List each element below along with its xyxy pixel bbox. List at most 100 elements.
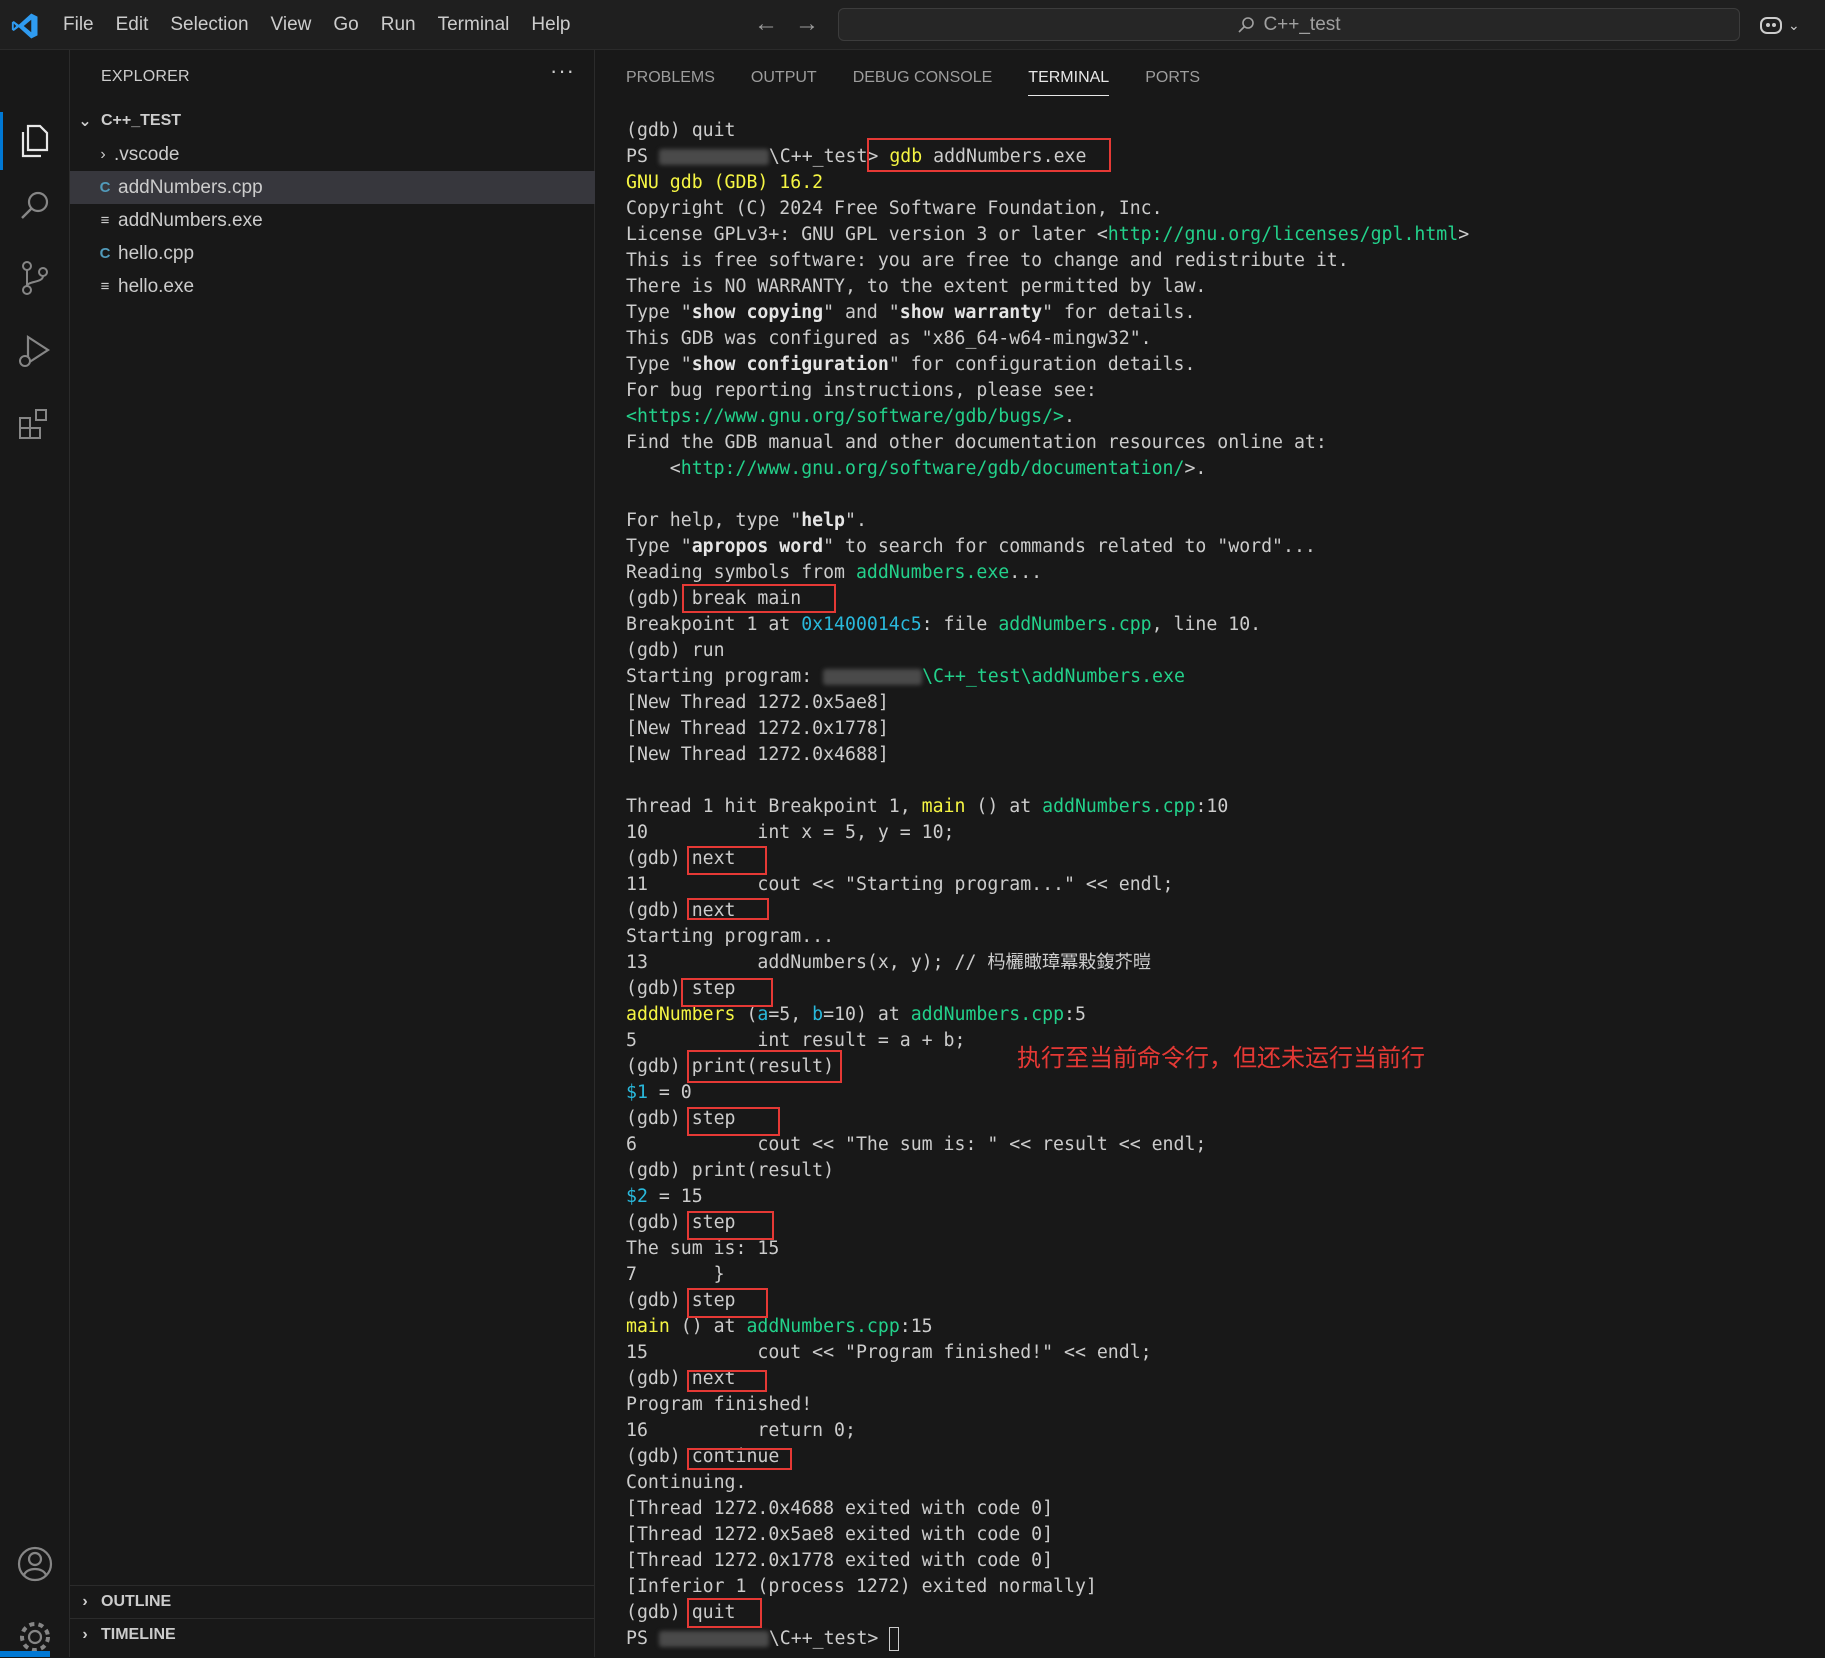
- terminal-text: PS: [626, 1628, 659, 1649]
- terminal-text: Find the GDB manual and other documentat…: [626, 432, 1327, 453]
- terminal-text: addNumbers.cpp: [998, 614, 1152, 635]
- folder-label: C++_TEST: [101, 112, 182, 129]
- terminal-cursor: [889, 1627, 900, 1651]
- tab-output[interactable]: OUTPUT: [751, 50, 817, 106]
- search-icon[interactable]: [14, 185, 56, 227]
- search-icon: [1238, 16, 1255, 33]
- terminal-line: (gdb) quit: [626, 1600, 1806, 1626]
- terminal-output[interactable]: (gdb) quit PS \C++_test> gdb addNumbers.e…: [626, 118, 1806, 1652]
- more-actions-icon[interactable]: ···: [550, 58, 575, 84]
- tab-terminal[interactable]: TERMINAL: [1028, 50, 1109, 106]
- terminal-line: For help, type "help".: [626, 508, 1806, 534]
- tree-item-hello-exe[interactable]: ≡ hello.exe: [70, 270, 595, 303]
- chevron-down-icon[interactable]: ⌄: [1788, 17, 1800, 34]
- terminal-text: " for configuration details.: [888, 354, 1196, 375]
- terminal-line: Copyright (C) 2024 Free Software Foundat…: [626, 196, 1806, 222]
- highlight-box-break-main: [682, 584, 836, 613]
- terminal-line: This is free software: you are free to c…: [626, 248, 1806, 274]
- terminal-text: For help, type ": [626, 510, 802, 531]
- terminal-line: (gdb) step: [626, 1106, 1806, 1132]
- timeline-label: TIMELINE: [101, 1625, 176, 1643]
- menu-terminal[interactable]: Terminal: [427, 14, 521, 36]
- terminal-line: (gdb) step: [626, 976, 1806, 1002]
- terminal-text: [New Thread 1272.0x4688]: [626, 744, 889, 765]
- outline-section[interactable]: › OUTLINE: [70, 1585, 595, 1617]
- terminal-text: [Inferior 1 (process 1272) exited normal…: [626, 1576, 1097, 1597]
- terminal-text: Type ": [626, 302, 692, 323]
- terminal-line: License GPLv3+: GNU GPL version 3 or lat…: [626, 222, 1806, 248]
- menu-run[interactable]: Run: [370, 14, 427, 36]
- terminal-line: (gdb) print(result): [626, 1158, 1806, 1184]
- terminal-line: $2 = 15: [626, 1184, 1806, 1210]
- terminal-text: 11 cout << "Starting program..." << endl…: [626, 874, 1174, 895]
- extensions-icon[interactable]: [14, 402, 56, 444]
- tree-item-vscode-folder[interactable]: › .vscode: [70, 138, 595, 171]
- terminal-text: For bug reporting instructions, please s…: [626, 380, 1097, 401]
- tree-item-addnumbers-exe[interactable]: ≡ addNumbers.exe: [70, 204, 595, 237]
- account-icon[interactable]: [14, 1543, 56, 1585]
- terminal-text: (gdb) print(result): [626, 1160, 835, 1181]
- terminal-line: 11 cout << "Starting program..." << endl…: [626, 872, 1806, 898]
- terminal-text: [Thread 1272.0x4688 exited with code 0]: [626, 1498, 1054, 1519]
- workspace-folder[interactable]: ⌄ C++_TEST: [70, 106, 595, 136]
- highlight-box-next: [687, 846, 767, 875]
- terminal-text: :5: [1064, 1004, 1086, 1025]
- tab-ports[interactable]: PORTS: [1145, 50, 1200, 106]
- highlight-box-step: [687, 1288, 768, 1318]
- terminal-line: Program finished!: [626, 1392, 1806, 1418]
- redacted-path: [658, 149, 769, 165]
- tab-problems[interactable]: PROBLEMS: [626, 50, 715, 106]
- terminal-line: [New Thread 1272.0x1778]: [626, 716, 1806, 742]
- terminal-text: 15 cout << "Program finished!" << endl;: [626, 1342, 1152, 1363]
- menu-go[interactable]: Go: [322, 14, 369, 36]
- terminal-line: [Thread 1272.0x1778 exited with code 0]: [626, 1548, 1806, 1574]
- source-control-icon[interactable]: [14, 257, 56, 299]
- terminal-text: 16 return 0;: [626, 1420, 856, 1441]
- terminal-text: : file: [921, 614, 999, 635]
- terminal-line: addNumbers (a=5, b=10) at addNumbers.cpp…: [626, 1002, 1806, 1028]
- tree-item-label: .vscode: [114, 143, 180, 165]
- forward-arrow-icon[interactable]: →: [795, 10, 819, 38]
- tree-item-label: addNumbers.exe: [118, 209, 263, 231]
- copilot-button[interactable]: ⌄: [1758, 10, 1808, 40]
- terminal-line: There is NO WARRANTY, to the extent perm…: [626, 274, 1806, 300]
- menu-help[interactable]: Help: [520, 14, 581, 36]
- timeline-section[interactable]: › TIMELINE: [70, 1618, 595, 1650]
- highlight-box-gdb-command: [867, 138, 1111, 172]
- terminal-line: Starting program...: [626, 924, 1806, 950]
- terminal-text: License GPLv3+: GNU GPL version 3 or lat…: [626, 224, 1108, 245]
- terminal-line: Starting program: \C++_test\addNumbers.e…: [626, 664, 1806, 690]
- terminal-line: GNU gdb (GDB) 16.2: [626, 170, 1806, 196]
- terminal-line: main () at addNumbers.cpp:15: [626, 1314, 1806, 1340]
- menu-edit[interactable]: Edit: [105, 14, 160, 36]
- terminal-line: (gdb) quit: [626, 118, 1806, 144]
- terminal-line: [New Thread 1272.0x4688]: [626, 742, 1806, 768]
- terminal-text: main: [921, 796, 966, 817]
- menu-file[interactable]: File: [52, 14, 105, 36]
- terminal-line: 6 cout << "The sum is: " << result << en…: [626, 1132, 1806, 1158]
- terminal-text: $1: [626, 1082, 648, 1103]
- terminal-text: :15: [899, 1316, 933, 1337]
- terminal-line: (gdb) next: [626, 898, 1806, 924]
- back-arrow-icon[interactable]: ←: [754, 10, 778, 38]
- tree-item-hello-cpp[interactable]: C hello.cpp: [70, 237, 595, 270]
- highlight-box-print-result: [687, 1050, 842, 1083]
- terminal-text: 13 addNumbers(x, y); // 杩欐瞰璋冪敤鍑芥暟: [626, 952, 1152, 973]
- terminal-text: The sum is: 15: [626, 1238, 780, 1259]
- tree-item-addnumbers-cpp[interactable]: C addNumbers.cpp: [70, 171, 595, 204]
- menu-selection[interactable]: Selection: [159, 14, 259, 36]
- terminal-text: Reading symbols from: [626, 562, 856, 583]
- copilot-icon: [1760, 17, 1782, 34]
- tab-debug-console[interactable]: DEBUG CONSOLE: [853, 50, 993, 106]
- terminal-text: $2: [626, 1186, 648, 1207]
- terminal-text: Thread 1 hit Breakpoint 1,: [626, 796, 922, 817]
- explorer-files-icon[interactable]: [14, 120, 56, 162]
- terminal-text: () at: [669, 1316, 747, 1337]
- terminal-text: [New Thread 1272.0x5ae8]: [626, 692, 889, 713]
- chevron-right-icon: ›: [82, 1625, 88, 1643]
- terminal-text: ...: [1009, 562, 1043, 583]
- run-debug-icon[interactable]: [14, 330, 56, 372]
- menu-view[interactable]: View: [260, 14, 323, 36]
- command-center-search[interactable]: C++_test: [838, 8, 1740, 41]
- search-text: C++_test: [1263, 13, 1341, 35]
